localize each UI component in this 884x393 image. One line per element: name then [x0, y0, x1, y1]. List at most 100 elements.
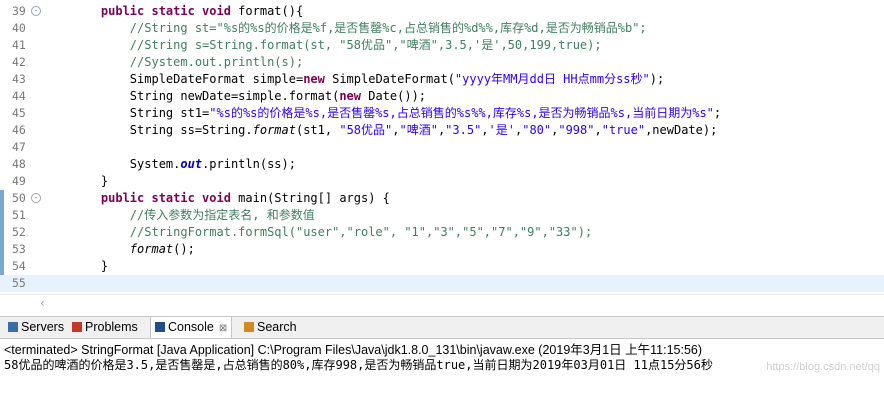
line-number: 43 [12, 72, 26, 86]
code-token: "3.5" [445, 123, 482, 137]
views-tab-bar: Servers Problems Console ⊠ Search [0, 316, 884, 339]
code-token: SimpleDateFormat simple= [72, 72, 304, 86]
code-token: "80" [522, 123, 552, 137]
code-text: //StringFormat.formSql("user","role", "1… [72, 224, 592, 241]
code-token: System. [72, 157, 181, 171]
code-token: public static void [100, 191, 231, 205]
code-token: format(){ [230, 4, 304, 18]
code-token: //StringFormat.formSql("user","role", "1… [129, 225, 593, 239]
scroll-left-icon[interactable]: ‹ [40, 296, 45, 310]
code-token: ,newDate); [645, 123, 718, 137]
line-number: 53 [12, 242, 26, 256]
line-number: 44 [12, 89, 26, 103]
code-token: new [339, 89, 361, 103]
line-number: 55 [12, 276, 26, 290]
code-editor[interactable]: 39- public static void format(){40 //Str… [0, 0, 884, 296]
code-token: .println(ss); [202, 157, 296, 171]
code-line[interactable]: 45 String st1="%s的%s的价格是%s,是否售罄%s,占总销售的%… [0, 105, 884, 122]
tab-label: Problems [85, 320, 138, 334]
line-number: 51 [12, 208, 26, 222]
line-number: 42 [12, 55, 26, 69]
code-text: SimpleDateFormat simple=new SimpleDateFo… [72, 71, 664, 88]
code-token: String st1= [72, 106, 210, 120]
code-token: "啤酒" [399, 123, 438, 137]
code-token: //String st="%s的%s的价格是%f,是否售罄%c,占总销售的%d%… [129, 21, 647, 35]
watermark: https://blog.csdn.net/qq [766, 361, 880, 373]
tab-servers[interactable]: Servers [4, 317, 68, 338]
code-line[interactable]: 55 [0, 275, 884, 292]
fold-collapse-icon[interactable]: - [31, 193, 41, 203]
code-token: } [72, 174, 109, 188]
line-number: 47 [12, 140, 26, 154]
close-tab-icon[interactable]: ⊠ [219, 323, 227, 334]
change-marker [0, 207, 4, 224]
servers-icon [8, 322, 18, 332]
line-number: 54 [12, 259, 26, 273]
code-line[interactable]: 54 } [0, 258, 884, 275]
code-line[interactable]: 40 //String st="%s的%s的价格是%f,是否售罄%c,占总销售的… [0, 20, 884, 37]
line-number: 46 [12, 123, 26, 137]
code-line[interactable]: 51 //传入参数为指定表名, 和参数值 [0, 207, 884, 224]
code-line[interactable]: 50- public static void main(String[] arg… [0, 190, 884, 207]
change-marker [0, 241, 4, 258]
code-token: String newDate=simple.format( [72, 89, 340, 103]
code-token: , [594, 123, 602, 137]
code-text: String ss=String.format(st1, "58优品", "啤酒"… [72, 122, 718, 139]
code-line[interactable]: 47 [0, 139, 884, 156]
line-number: 40 [12, 21, 26, 35]
code-line[interactable]: 43 SimpleDateFormat simple=new SimpleDat… [0, 71, 884, 88]
code-text: //String s=String.format(st, "58优品","啤酒"… [72, 37, 602, 54]
code-text: String newDate=simple.format(new Date())… [72, 88, 426, 105]
code-token: new [303, 72, 325, 86]
change-marker [0, 190, 4, 207]
code-line[interactable]: 44 String newDate=simple.format(new Date… [0, 88, 884, 105]
code-token: "998" [558, 123, 595, 137]
code-line[interactable]: 48 System.out.println(ss); [0, 156, 884, 173]
code-token: Date()); [361, 89, 427, 103]
code-text: } [72, 258, 108, 275]
line-number: 41 [12, 38, 26, 52]
code-token: (); [173, 242, 195, 256]
code-token: "58优品" [339, 123, 393, 137]
code-token: "true" [601, 123, 646, 137]
line-number: 48 [12, 157, 26, 171]
code-line[interactable]: 52 //StringFormat.formSql("user","role",… [0, 224, 884, 241]
console-output[interactable]: 58优品的啤酒的价格是3.5,是否售罄是,占总销售的80%,库存998,是否为畅… [4, 356, 713, 373]
code-token: , [481, 123, 489, 137]
code-line[interactable]: 39- public static void format(){ [0, 3, 884, 20]
change-marker [0, 258, 4, 275]
code-token: main(String[] args) { [230, 191, 390, 205]
code-text: format(); [72, 241, 195, 258]
horizontal-scrollbar[interactable]: ‹ [0, 294, 884, 311]
code-token: SimpleDateFormat( [324, 72, 455, 86]
code-line[interactable]: 49 } [0, 173, 884, 190]
fold-collapse-icon[interactable]: - [31, 6, 41, 16]
code-token: ); [649, 72, 665, 86]
code-token: public static void [100, 4, 231, 18]
line-number: 49 [12, 174, 26, 188]
code-text: //String st="%s的%s的价格是%f,是否售罄%c,占总销售的%d%… [72, 20, 647, 37]
code-text: public static void format(){ [72, 3, 303, 20]
code-token: format [129, 242, 174, 256]
code-token: String ss=String. [72, 123, 253, 137]
tab-search[interactable]: Search [240, 317, 301, 338]
code-token: //String s=String.format(st, "58优品","啤酒"… [129, 38, 602, 52]
tab-label: Servers [21, 320, 65, 334]
code-line[interactable]: 53 format(); [0, 241, 884, 258]
code-token: '是' [488, 123, 515, 137]
console-icon [155, 322, 165, 332]
code-line[interactable]: 46 String ss=String.format(st1, "58优品","… [0, 122, 884, 139]
tab-problems[interactable]: Problems [68, 317, 142, 338]
code-token: //System.out.println(s); [129, 55, 304, 69]
code-text: //传入参数为指定表名, 和参数值 [72, 207, 315, 224]
tab-console[interactable]: Console ⊠ [150, 317, 233, 338]
code-text: public static void main(String[] args) { [72, 190, 390, 207]
code-line[interactable]: 42 //System.out.println(s); [0, 54, 884, 71]
code-line[interactable]: 41 //String s=String.format(st, "58优品","… [0, 37, 884, 54]
code-token: out [180, 157, 203, 171]
